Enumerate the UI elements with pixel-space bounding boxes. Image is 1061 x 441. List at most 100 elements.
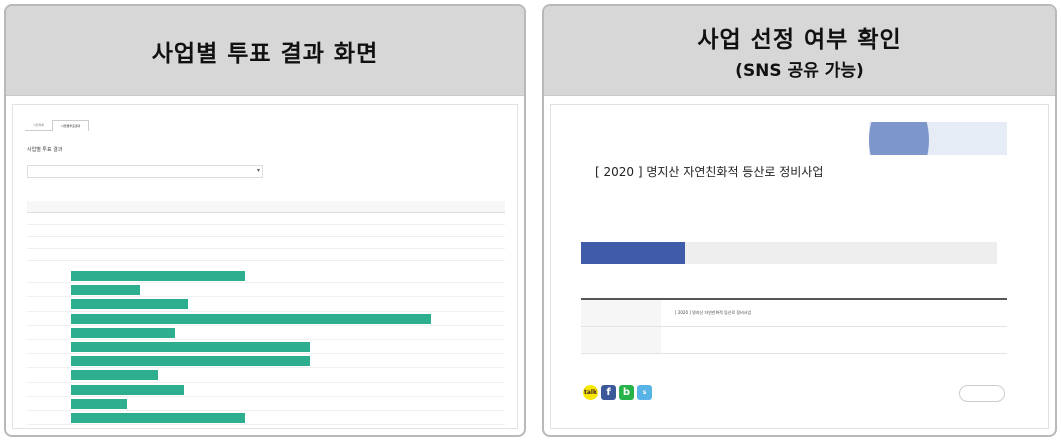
table-header-cell	[454, 201, 480, 213]
table-cell	[429, 224, 455, 237]
band-icon[interactable]: b	[619, 385, 634, 400]
table-cell	[379, 236, 405, 249]
table-cell	[52, 236, 78, 249]
vote-bar	[71, 313, 431, 324]
table-body	[27, 212, 505, 261]
detail-key	[581, 327, 661, 353]
bar-row	[27, 269, 505, 284]
table-cell	[102, 236, 128, 249]
project-title: [ 2020 ] 명지산 자연친화적 등산로 정비사업	[595, 165, 824, 179]
table-cell	[404, 224, 430, 237]
bar-row	[27, 368, 505, 383]
table-cell	[303, 236, 329, 249]
detail-table: [ 2020 ] 명지산 자연친화적 등산로 정비사업	[581, 298, 1007, 354]
table-header-cell	[27, 201, 53, 213]
table-cell	[303, 248, 329, 261]
bar-row	[27, 312, 505, 326]
table-cell	[328, 224, 355, 237]
kakao-icon[interactable]: talk	[583, 385, 598, 400]
facebook-icon[interactable]: f	[601, 385, 616, 400]
table-cell	[354, 224, 380, 237]
table-cell	[77, 236, 103, 249]
table-cell	[77, 224, 103, 237]
table-cell	[177, 224, 204, 237]
table-cell	[479, 236, 505, 249]
table-cell	[479, 212, 505, 225]
table-cell	[278, 212, 304, 225]
table-cell	[278, 236, 304, 249]
panel-header: 사업별 투표 결과 화면	[6, 6, 524, 96]
vote-bar	[71, 327, 175, 338]
table-cell	[203, 236, 229, 249]
tab-1[interactable]: 사업별투표결과	[52, 120, 90, 131]
table-cell	[328, 212, 355, 225]
table-cell	[479, 248, 505, 261]
vote-bar	[71, 398, 127, 409]
table-cell	[102, 224, 128, 237]
vote-table	[27, 201, 505, 261]
project-select[interactable]	[27, 165, 263, 178]
table-cell	[454, 224, 480, 237]
table-cell	[228, 224, 254, 237]
vote-bar	[71, 271, 245, 281]
table-cell	[354, 236, 380, 249]
panel-title: 사업 선정 여부 확인	[697, 27, 902, 53]
table-row	[27, 224, 505, 237]
bar-row	[27, 297, 505, 312]
table-cell	[152, 236, 178, 249]
kakaostory-icon[interactable]: s	[637, 385, 652, 400]
vote-bar	[71, 285, 140, 296]
chevron-down-icon[interactable]: ▾	[257, 167, 260, 174]
table-header-cell	[102, 201, 128, 213]
vote-result-panel: 사업별 투표 결과 화면 사업목록 사업별투표결과 사업별 투표 결과 ▾	[4, 4, 526, 437]
table-cell	[52, 248, 78, 261]
bar-row	[27, 354, 505, 369]
table-cell	[379, 224, 405, 237]
selection-check-panel: 사업 선정 여부 확인 (SNS 공유 가능) [ 2020 ] 명지산 자연친…	[542, 4, 1057, 437]
table-cell	[27, 212, 53, 225]
table-cell	[404, 248, 430, 261]
table-cell	[404, 212, 430, 225]
panel-title: 사업별 투표 결과 화면	[151, 40, 379, 67]
section-title: 사업별 투표 결과	[27, 146, 68, 153]
table-cell	[152, 224, 178, 237]
detail-tab-1[interactable]	[685, 242, 789, 264]
table-header-cell	[278, 201, 304, 213]
vote-bar	[71, 384, 184, 395]
table-cell	[328, 248, 355, 261]
panel-header: 사업 선정 여부 확인 (SNS 공유 가능)	[544, 6, 1055, 96]
detail-tab-2[interactable]	[789, 242, 893, 264]
table-header-cell	[203, 201, 229, 213]
detail-row: [ 2020 ] 명지산 자연친화적 등산로 정비사업	[581, 300, 1007, 327]
table-cell	[77, 248, 103, 261]
detail-tab-0[interactable]	[581, 242, 685, 264]
detail-row	[581, 327, 1007, 354]
table-cell	[127, 248, 153, 261]
tab-0[interactable]: 사업목록	[25, 120, 53, 131]
table-cell	[404, 236, 430, 249]
table-cell	[253, 224, 279, 237]
vote-bar	[71, 341, 310, 352]
table-cell	[328, 236, 355, 249]
detail-tab-3[interactable]	[893, 242, 997, 264]
table-header-cell	[253, 201, 279, 213]
table-row	[27, 212, 505, 225]
table-cell	[203, 224, 229, 237]
bar-row	[27, 411, 505, 426]
table-cell	[479, 224, 505, 237]
table-header-cell	[379, 201, 405, 213]
table-cell	[253, 248, 279, 261]
table-cell	[429, 236, 455, 249]
list-button[interactable]	[959, 385, 1005, 402]
table-header-cell	[127, 201, 153, 213]
vote-bar-chart	[27, 269, 505, 426]
detail-key	[581, 300, 661, 326]
table-header-cell	[328, 201, 355, 213]
sns-share-buttons: talk f b s	[583, 385, 652, 400]
table-cell	[152, 248, 178, 261]
table-cell	[52, 212, 78, 225]
bar-row	[27, 283, 505, 298]
table-cell	[177, 236, 204, 249]
table-header-row	[27, 201, 505, 213]
table-header-cell	[177, 201, 204, 213]
